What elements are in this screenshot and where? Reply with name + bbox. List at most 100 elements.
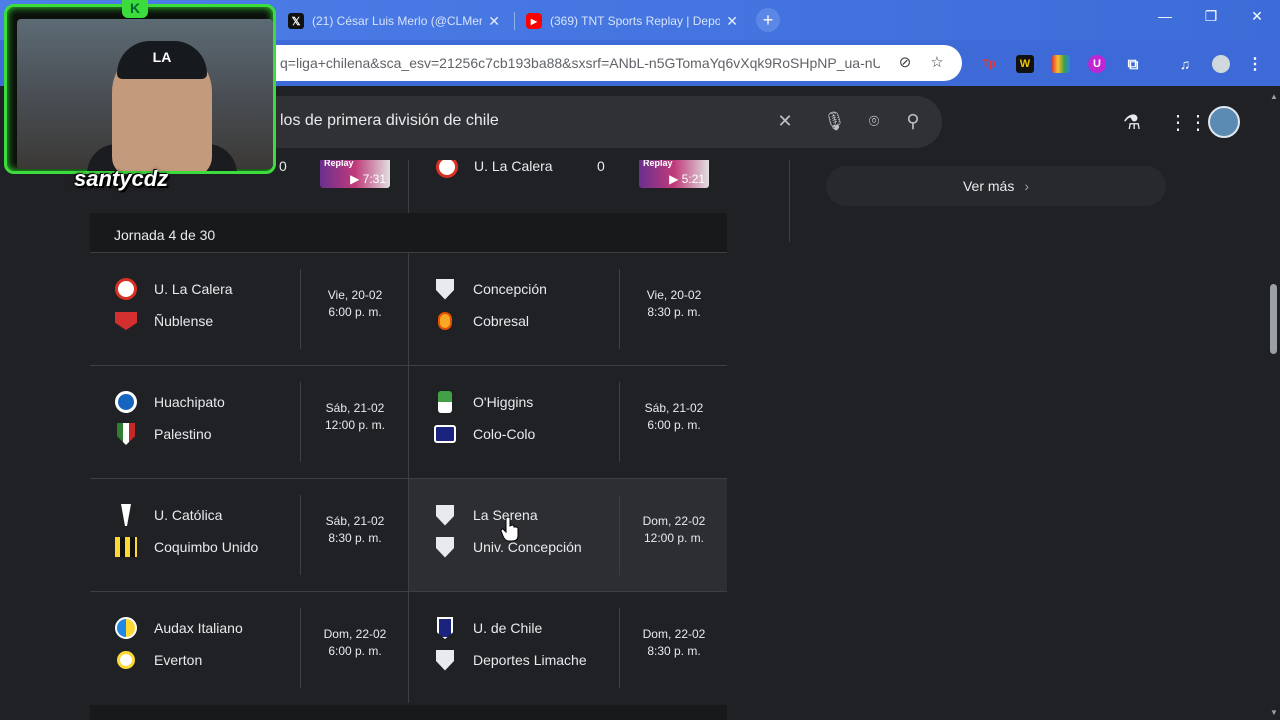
home-team: Audax Italiano bbox=[114, 616, 243, 640]
shield-icon bbox=[433, 503, 457, 527]
away-team: Deportes Limache bbox=[433, 648, 587, 672]
new-tab-button[interactable]: + bbox=[756, 8, 780, 32]
ver-mas-button[interactable]: Ver más › bbox=[826, 166, 1166, 206]
scrollbar[interactable] bbox=[1268, 86, 1280, 720]
home-team: La Serena bbox=[433, 503, 538, 527]
clear-icon[interactable]: ✕ bbox=[774, 111, 796, 132]
team-name: O'Higgins bbox=[473, 394, 534, 410]
match-date: Sáb, 21-02 bbox=[644, 401, 704, 415]
chevron-right-icon: › bbox=[1024, 178, 1030, 194]
match-card[interactable]: U. La Calera Ñublense Vie, 20-02 6:00 p.… bbox=[90, 253, 408, 365]
away-team: Colo-Colo bbox=[433, 422, 535, 446]
close-window-icon[interactable]: ✕ bbox=[1242, 8, 1272, 25]
match-card[interactable]: Audax Italiano Everton Dom, 22-02 6:00 p… bbox=[90, 592, 408, 704]
microphone-icon[interactable]: 🎙 bbox=[823, 111, 846, 132]
home-team: O'Higgins bbox=[433, 390, 533, 414]
avatar[interactable] bbox=[1208, 106, 1240, 138]
ohiggins-crest-icon bbox=[433, 390, 457, 414]
la-calera-crest-icon bbox=[436, 160, 458, 178]
team-name: U. La Calera bbox=[474, 160, 553, 174]
video-thumbnail[interactable]: Replay ▶ 5:21 bbox=[639, 160, 709, 188]
match-date: Dom, 22-02 bbox=[642, 627, 706, 641]
tab-title: (369) TNT Sports Replay | Depo bbox=[550, 14, 720, 28]
team-name: Cobresal bbox=[473, 313, 530, 329]
ver-mas-label: Ver más bbox=[962, 178, 1015, 194]
match-datetime: Sáb, 21-02 6:00 p. m. bbox=[619, 400, 729, 434]
media-control-icon[interactable]: ♫ bbox=[1176, 55, 1194, 73]
team-name: Coquimbo Unido bbox=[154, 539, 259, 555]
match-card[interactable]: U. de Chile Deportes Limache Dom, 22-02 … bbox=[409, 592, 727, 704]
video-thumbnail[interactable]: Replay ▶ 7:31 bbox=[320, 160, 390, 188]
huachipato-crest-icon bbox=[114, 390, 138, 414]
match-time: 8:30 p. m. bbox=[647, 305, 701, 319]
minimize-icon[interactable]: — bbox=[1150, 8, 1180, 24]
match-card[interactable]: Huachipato Palestino Sáb, 21-02 12:00 p.… bbox=[90, 366, 408, 478]
search-icon[interactable]: ⚲ bbox=[902, 111, 924, 132]
match-card[interactable]: Concepción Cobresal Vie, 20-02 8:30 p. m… bbox=[409, 253, 727, 365]
close-tab-icon[interactable]: ✕ bbox=[726, 13, 738, 30]
away-team: Cobresal bbox=[433, 309, 529, 333]
youtube-icon: ▶ bbox=[526, 13, 542, 29]
coquimbo-crest-icon bbox=[114, 535, 138, 559]
team-name: Huachipato bbox=[154, 394, 225, 410]
cap: LA bbox=[117, 41, 207, 79]
match-date: Sáb, 21-02 bbox=[325, 514, 385, 528]
match-date: Sáb, 21-02 bbox=[325, 401, 385, 415]
hand-cursor-icon bbox=[500, 516, 519, 542]
tab-title: (21) César Luis Merlo (@CLMerl bbox=[312, 14, 482, 28]
menu-dots-icon[interactable]: ⋮ bbox=[1246, 55, 1264, 73]
catolica-crest-icon bbox=[114, 503, 138, 527]
w-extension-icon[interactable]: W bbox=[1016, 55, 1034, 73]
team-name: U. de Chile bbox=[473, 620, 543, 636]
match-datetime: Dom, 22-02 6:00 p. m. bbox=[300, 626, 410, 660]
search-box[interactable]: los de primera división de chile ✕ 🎙 ⌾ ⚲ bbox=[230, 96, 942, 148]
scrollbar-thumb[interactable] bbox=[1270, 284, 1277, 354]
puzzle-icon[interactable]: ⧉ bbox=[1124, 55, 1142, 73]
apps-grid-icon[interactable]: ⋮⋮⋮ bbox=[1168, 110, 1228, 135]
match-date: Vie, 20-02 bbox=[327, 288, 383, 302]
match-time: 6:00 p. m. bbox=[328, 305, 382, 319]
address-bar[interactable]: q=liga+chilena&sca_esv=21256c7cb193ba88&… bbox=[230, 45, 962, 81]
everton-crest-icon bbox=[114, 648, 138, 672]
match-datetime: Vie, 20-02 6:00 p. m. bbox=[300, 287, 410, 321]
jornada-label: Jornada 4 de 30 bbox=[114, 227, 216, 243]
close-tab-icon[interactable]: ✕ bbox=[488, 13, 500, 30]
cobresal-crest-icon bbox=[433, 309, 457, 333]
profile-avatar-icon[interactable] bbox=[1212, 55, 1230, 73]
x-icon: 𝕏 bbox=[288, 13, 304, 29]
results-content: 0 Replay ▶ 7:31 U. La Calera 0 Replay ▶ … bbox=[0, 160, 1268, 720]
tp-extension-icon[interactable]: Tp bbox=[980, 55, 998, 73]
tab-twitter[interactable]: 𝕏 (21) César Luis Merlo (@CLMerl ✕ bbox=[278, 8, 510, 34]
match-card[interactable]: O'Higgins Colo-Colo Sáb, 21-02 6:00 p. m… bbox=[409, 366, 727, 478]
video-duration: ▶ 7:31 bbox=[350, 172, 386, 186]
team-name: U. La Calera bbox=[154, 281, 233, 297]
match-datetime: Sáb, 21-02 12:00 p. m. bbox=[300, 400, 410, 434]
tab-youtube[interactable]: ▶ (369) TNT Sports Replay | Depo ✕ bbox=[516, 8, 748, 34]
colo-colo-crest-icon bbox=[433, 422, 457, 446]
restore-icon[interactable]: ❐ bbox=[1196, 8, 1226, 25]
team-name: Deportes Limache bbox=[473, 652, 587, 668]
shield-icon bbox=[433, 277, 457, 301]
scroll-up-icon[interactable]: ▲ bbox=[1270, 92, 1278, 101]
away-team: Ñublense bbox=[114, 309, 213, 333]
webcam-overlay: LA K santycdz bbox=[0, 0, 282, 196]
match-card[interactable]: U. Católica Coquimbo Unido Sáb, 21-02 8:… bbox=[90, 479, 408, 591]
tab-separator bbox=[514, 12, 515, 30]
palestino-crest-icon bbox=[114, 422, 138, 446]
u-de-chile-crest-icon bbox=[433, 616, 457, 640]
star-icon[interactable]: ☆ bbox=[927, 53, 947, 73]
u-extension-icon[interactable]: U bbox=[1088, 55, 1106, 73]
score: 0 bbox=[597, 160, 605, 174]
match-card[interactable]: La Serena Univ. Concepción Dom, 22-02 12… bbox=[409, 479, 727, 591]
away-team: Coquimbo Unido bbox=[114, 535, 258, 559]
team-name: Ñublense bbox=[154, 313, 214, 329]
team-name: Univ. Concepción bbox=[473, 539, 582, 555]
eye-off-icon[interactable]: ⊘ bbox=[895, 53, 915, 73]
labs-flask-icon[interactable]: ⚗ bbox=[1120, 110, 1144, 135]
match-time: 12:00 p. m. bbox=[643, 531, 705, 545]
color-extension-icon[interactable] bbox=[1052, 55, 1070, 73]
match-datetime: Sáb, 21-02 8:30 p. m. bbox=[300, 513, 410, 547]
home-team: U. de Chile bbox=[433, 616, 542, 640]
lens-icon[interactable]: ⌾ bbox=[863, 111, 885, 132]
scroll-down-icon[interactable]: ▼ bbox=[1270, 708, 1278, 717]
